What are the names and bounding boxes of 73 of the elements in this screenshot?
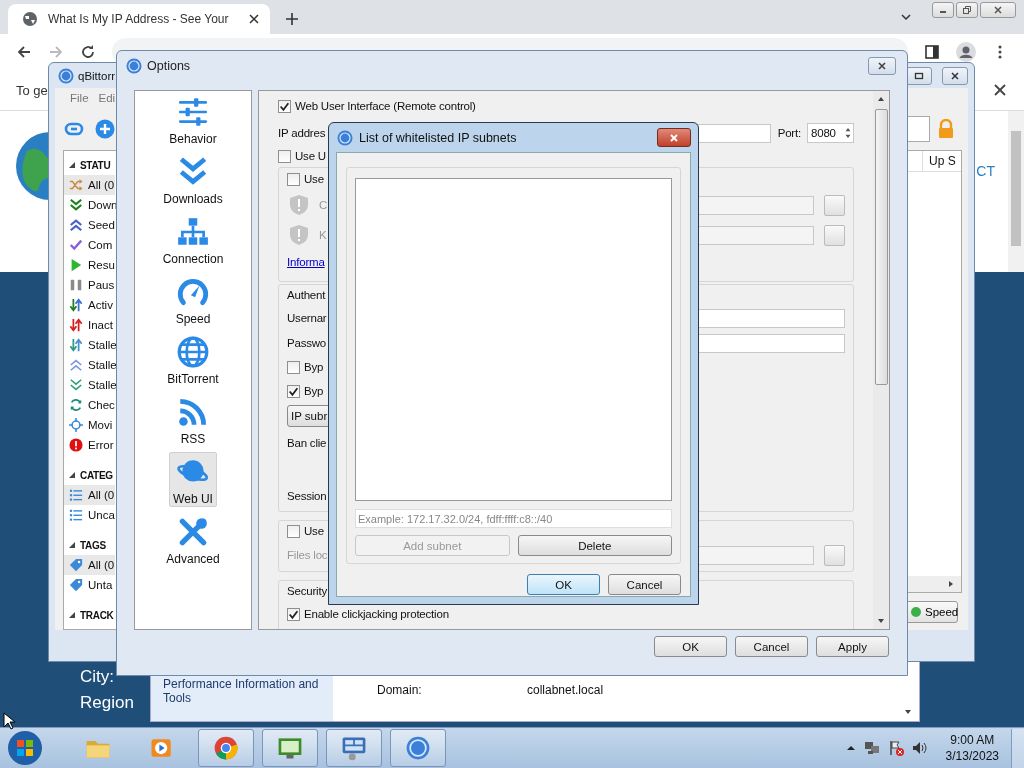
tab-title: What Is My IP Address - See Your: [48, 12, 230, 26]
dialog-button[interactable]: OK: [654, 636, 727, 657]
filter-item[interactable]: Stalle: [64, 375, 118, 395]
filter-item[interactable]: Unca: [64, 505, 116, 525]
checkbox-label: Web User Interface (Remote control): [295, 100, 476, 112]
category-item[interactable]: Speed: [171, 272, 215, 327]
field-label: IP addres: [278, 127, 326, 139]
menu-item[interactable]: Edi: [98, 92, 116, 104]
section-heading: TRACK: [80, 609, 114, 621]
checkbox-label: Byp: [304, 361, 324, 373]
checkbox-label: Use: [304, 173, 324, 185]
group-title: Authent: [287, 289, 326, 301]
info-bar-text: To ge: [16, 82, 48, 98]
category-item[interactable]: Downloads: [159, 152, 227, 207]
filter-item[interactable]: Activ: [64, 295, 114, 315]
category-item[interactable]: RSS: [172, 392, 214, 447]
filter-item[interactable]: All (0: [64, 485, 116, 505]
subnet-input[interactable]: Example: 172.17.32.0/24, fdff:ffff:c8::/40: [355, 509, 672, 528]
filter-item[interactable]: Paus: [64, 275, 116, 295]
field-label: Usernar: [287, 312, 327, 324]
category-item[interactable]: Advanced: [162, 512, 224, 567]
menu-item[interactable]: File: [70, 92, 89, 104]
dialog-button[interactable]: OK: [527, 574, 600, 595]
field-label: Ban clie: [287, 437, 327, 449]
filter-item[interactable]: All (0: [64, 555, 116, 575]
category-item[interactable]: Connection: [158, 212, 228, 267]
checkbox-label: Use U: [295, 150, 326, 162]
port-spinbox[interactable]: 8080: [807, 123, 854, 143]
filter-item[interactable]: Stalle: [64, 335, 118, 355]
column-header[interactable]: Up S: [922, 151, 961, 171]
page-text: CT: [976, 163, 995, 179]
time-text: 9:00 AM: [950, 732, 995, 748]
category-item[interactable]: Web UI: [169, 452, 217, 507]
filter-item[interactable]: Chec: [64, 395, 116, 415]
field-label: Port:: [777, 127, 801, 139]
category-item[interactable]: BitTorrent: [163, 332, 223, 387]
filter-item[interactable]: Seed: [64, 215, 116, 235]
field-label: Domain:: [377, 683, 423, 699]
info-link[interactable]: Informa: [287, 256, 325, 268]
section-heading: TAGS: [80, 539, 106, 551]
filter-item[interactable]: All (0: [64, 175, 116, 195]
checkbox-label: Byp: [304, 385, 324, 397]
filter-item[interactable]: Unta: [64, 575, 114, 595]
field-label: C: [319, 199, 328, 211]
field-label: Files loc: [287, 549, 328, 561]
filter-item[interactable]: Com: [64, 235, 114, 255]
window-title: Options: [147, 58, 191, 73]
field-label: Passwo: [287, 337, 327, 349]
delete-button[interactable]: Delete: [517, 535, 672, 556]
section-heading: STATU: [80, 159, 111, 171]
filter-item[interactable]: Resu: [64, 255, 116, 275]
filter-item[interactable]: Inact: [64, 315, 114, 335]
dialog-title: List of whitelisted IP subnets: [359, 130, 517, 145]
window-title: qBittorr: [78, 69, 116, 82]
dialog-button[interactable]: Apply: [816, 636, 889, 657]
browser-tab[interactable]: What Is My IP Address - See Your: [8, 4, 270, 34]
dialog-button[interactable]: Cancel: [608, 574, 681, 595]
category-item[interactable]: Behavior: [165, 92, 221, 147]
clock[interactable]: 9:00 AM 3/13/2023: [945, 732, 999, 764]
section-heading: CATEG: [80, 469, 113, 481]
location-label: City:: [80, 667, 114, 687]
filter-item[interactable]: Movi: [64, 415, 114, 435]
field-label: K: [319, 229, 327, 241]
dialog-button[interactable]: Cancel: [735, 636, 808, 657]
group-title: Security: [287, 585, 327, 597]
filter-item[interactable]: Stalle: [64, 355, 118, 375]
date-text: 3/13/2023: [945, 748, 999, 764]
checkbox-label: Use: [304, 525, 324, 537]
checkbox-label: Enable clickjacking protection: [304, 608, 449, 620]
filter-item[interactable]: Error: [64, 435, 115, 455]
field-label: Session: [287, 490, 327, 502]
field-value: collabnet.local: [527, 683, 604, 699]
location-label: Region: [80, 693, 134, 713]
